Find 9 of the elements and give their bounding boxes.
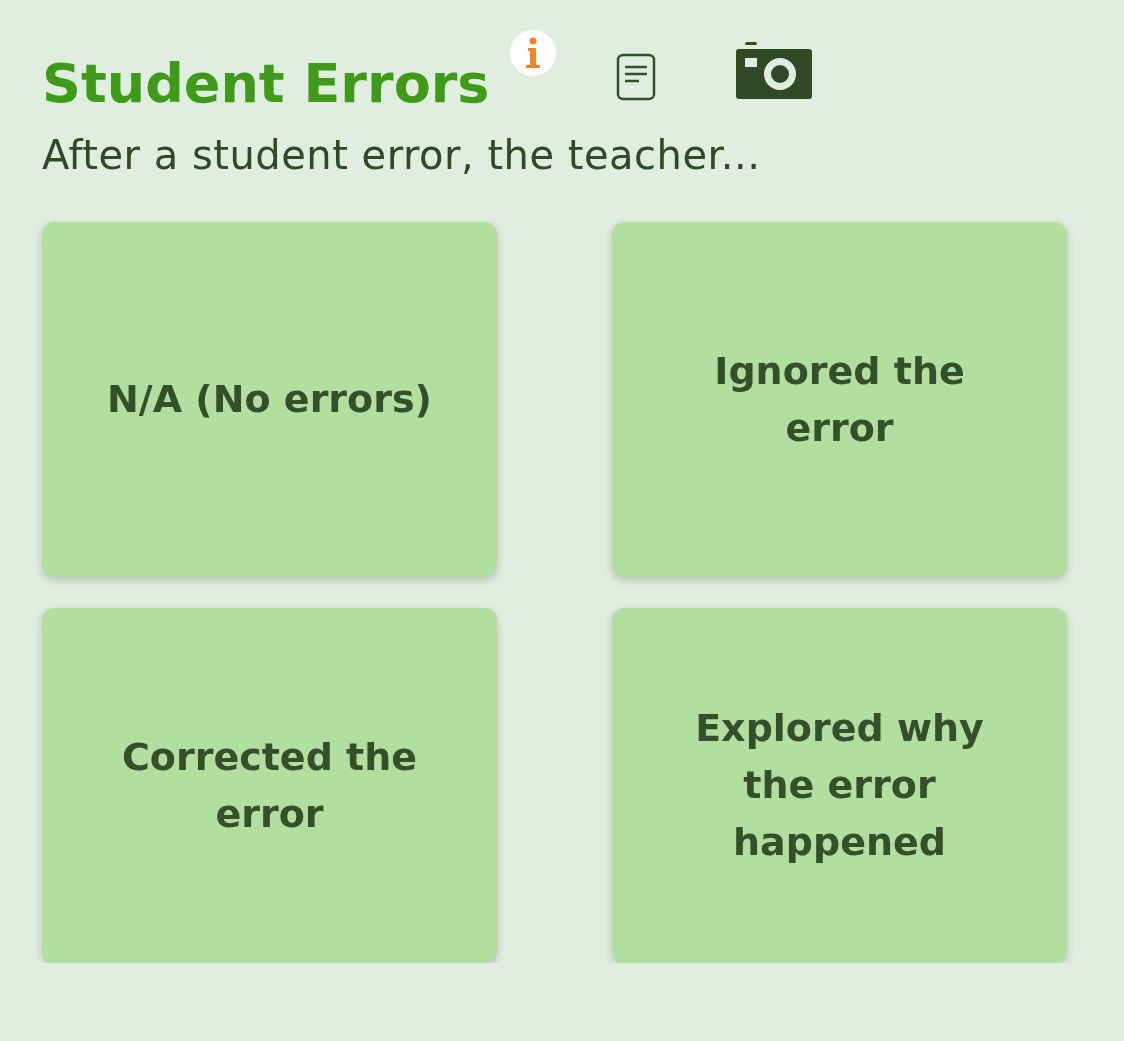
answer-option[interactable]: Corrected the error — [42, 608, 497, 963]
info-icon[interactable] — [509, 30, 556, 76]
page-title: Student Errors — [42, 52, 490, 117]
camera-icon[interactable] — [735, 42, 812, 100]
answer-option[interactable]: Explored why the error happened — [612, 608, 1067, 963]
prompt-text: After a student error, the teacher... — [42, 132, 762, 178]
document-icon[interactable] — [615, 53, 656, 101]
answer-option[interactable]: Ignored the error — [612, 222, 1067, 577]
answer-option[interactable]: N/A (No errors) — [42, 222, 497, 577]
